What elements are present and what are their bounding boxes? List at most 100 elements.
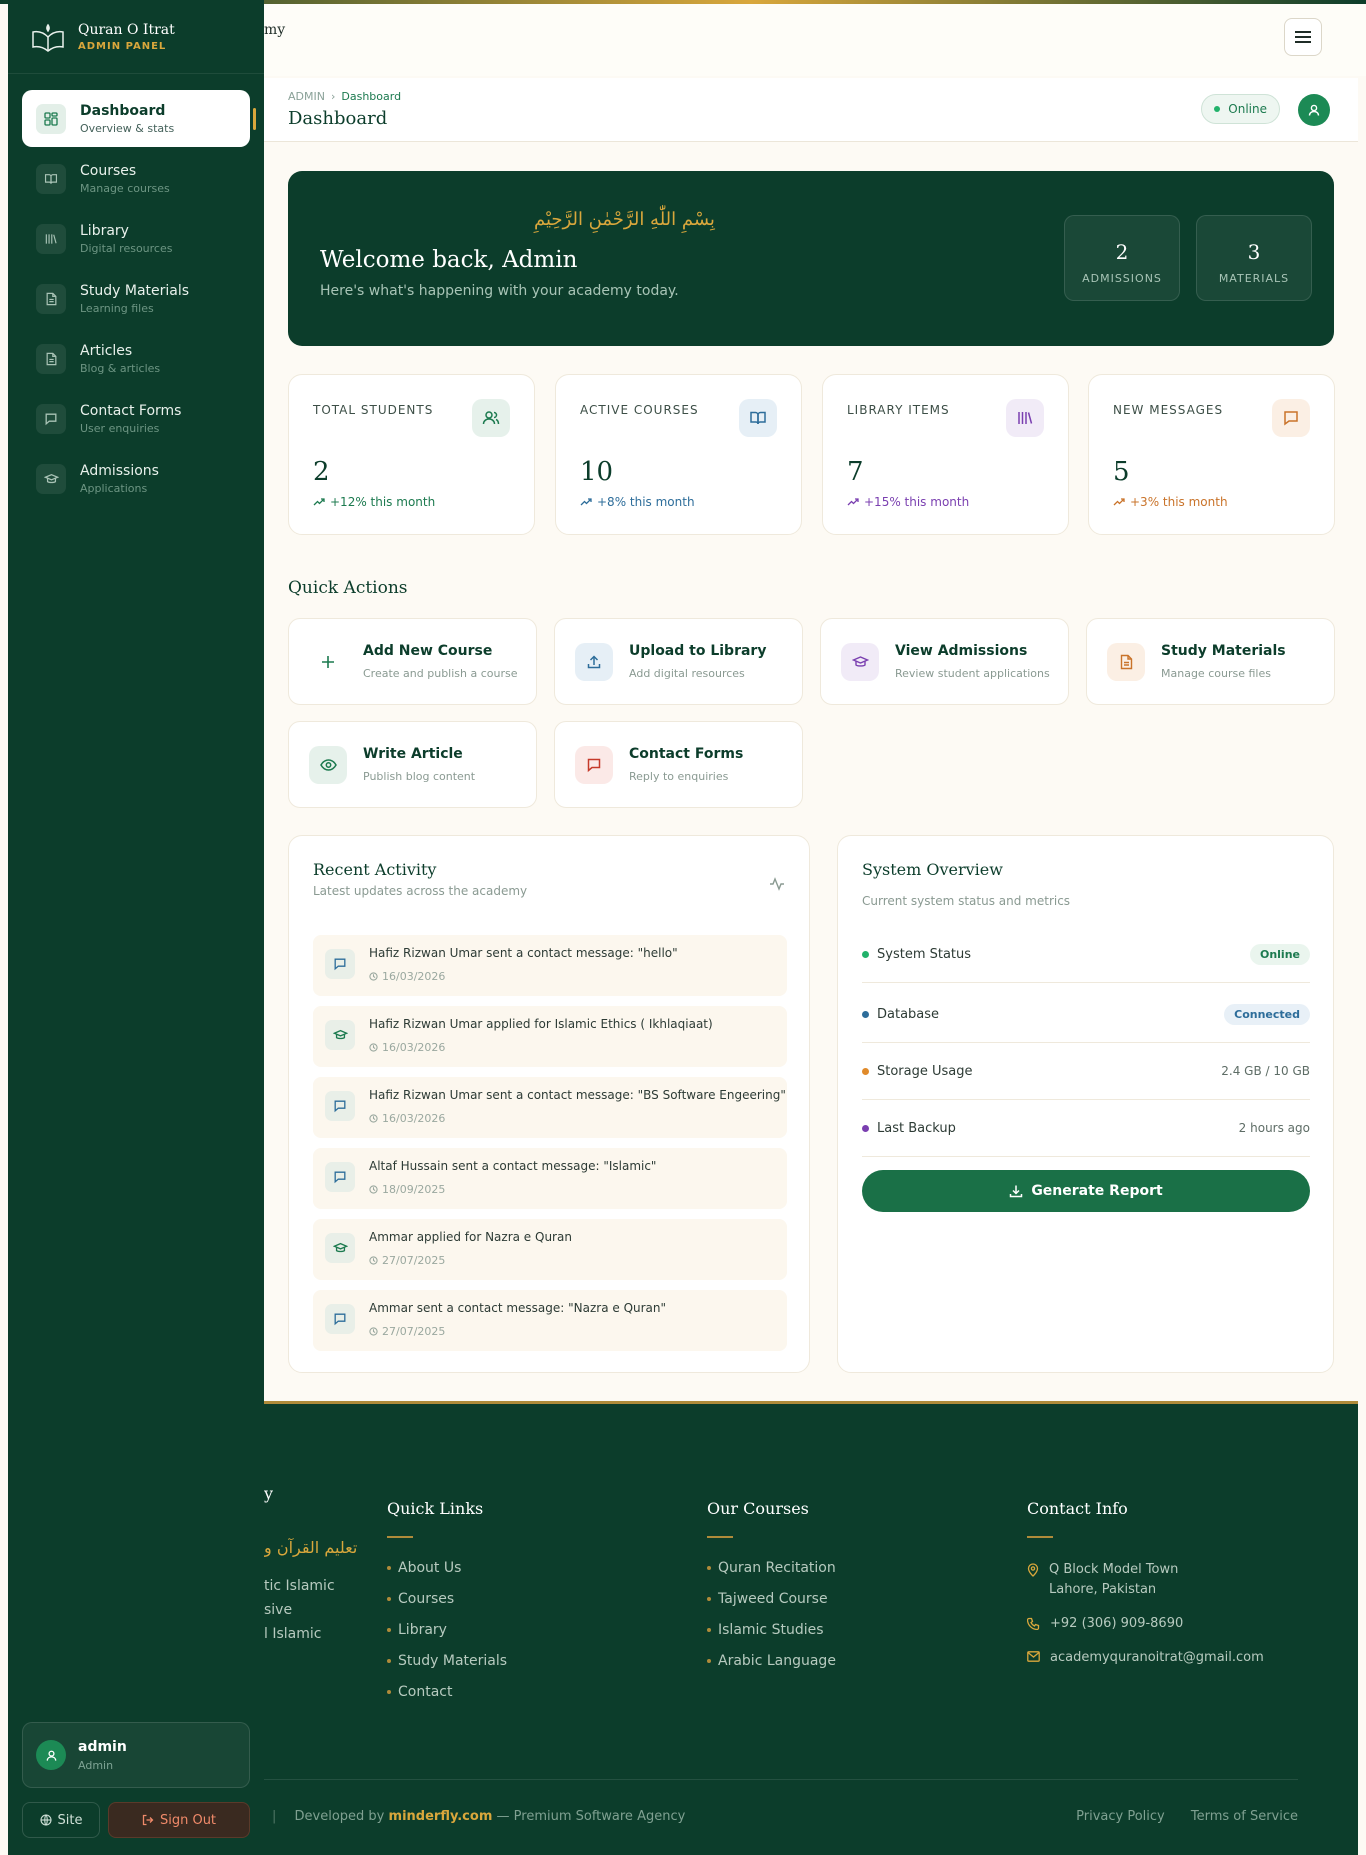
page-header: ADMIN › Dashboard Dashboard Online xyxy=(264,78,1358,142)
sidebar-item-sub: Overview & stats xyxy=(80,121,175,135)
status-dot xyxy=(862,1067,869,1075)
trend-up-icon xyxy=(847,498,859,506)
footer-link[interactable]: Study Materials xyxy=(387,1653,507,1669)
developer-link[interactable]: minderfly.com xyxy=(389,1809,493,1824)
privacy-policy-link[interactable]: Privacy Policy xyxy=(1076,1809,1165,1824)
system-row-label: Storage Usage xyxy=(877,1063,973,1079)
footer-credits: | Developed by minderfly.com — Premium S… xyxy=(272,1809,685,1824)
system-row-label: System Status xyxy=(877,946,972,962)
map-pin-icon xyxy=(1027,1563,1039,1577)
site-button-label: Site xyxy=(57,1812,83,1828)
user-name: admin xyxy=(78,1738,127,1755)
quick-action-title: View Admissions xyxy=(895,643,1028,659)
address-line: Lahore, Pakistan xyxy=(1049,1582,1157,1597)
footer-link[interactable]: Courses xyxy=(387,1591,507,1607)
stat-trend: +15% this month xyxy=(847,495,969,509)
graduation-cap-icon xyxy=(325,1020,355,1050)
credits-prefix: Developed by xyxy=(294,1809,385,1824)
footer-link[interactable]: Library xyxy=(387,1622,507,1638)
email-text: academyquranoitrat@gmail.com xyxy=(1050,1650,1264,1665)
sidebar-item-study-materials[interactable]: Study Materials Learning files xyxy=(22,270,250,327)
quick-action-view-admissions[interactable]: View Admissions Review student applicati… xyxy=(820,618,1069,705)
graduation-cap-icon xyxy=(841,643,879,681)
list-item[interactable]: Ammar sent a contact message: "Nazra e Q… xyxy=(313,1290,787,1351)
footer-column-title: Quick Links xyxy=(387,1499,484,1518)
message-icon xyxy=(36,403,66,434)
brand-subtitle: ADMIN PANEL xyxy=(78,40,167,52)
activity-date: 16/03/2026 xyxy=(369,1112,445,1125)
footer-link[interactable]: Islamic Studies xyxy=(707,1622,836,1638)
list-item[interactable]: Hafiz Rizwan Umar applied for Islamic Et… xyxy=(313,1006,787,1067)
list-item[interactable]: Hafiz Rizwan Umar sent a contact message… xyxy=(313,935,787,996)
brand[interactable]: Quran O Itrat ADMIN PANEL xyxy=(8,0,264,74)
recent-activity-panel: Recent Activity Latest updates across th… xyxy=(288,835,810,1373)
stat-value: 10 xyxy=(580,457,614,487)
avatar xyxy=(36,1740,66,1770)
terms-of-service-link[interactable]: Terms of Service xyxy=(1191,1809,1298,1824)
footer-link[interactable]: Contact xyxy=(387,1684,507,1700)
footer-brand-fragment: y xyxy=(264,1484,274,1503)
stat-trend-text: +3% this month xyxy=(1130,495,1228,509)
stat-label: TOTAL STUDENTS xyxy=(313,403,434,417)
footer-divider-accent xyxy=(387,1536,413,1538)
list-item[interactable]: Hafiz Rizwan Umar sent a contact message… xyxy=(313,1077,787,1138)
sidebar-item-articles[interactable]: Articles Blog & articles xyxy=(22,330,250,387)
footer-link[interactable]: Quran Recitation xyxy=(707,1560,836,1576)
list-item[interactable]: Altaf Hussain sent a contact message: "I… xyxy=(313,1148,787,1209)
quick-action-title: Contact Forms xyxy=(629,746,744,762)
status-badge: Online xyxy=(1249,943,1310,965)
quick-action-title: Add New Course xyxy=(363,643,493,659)
footer-quick-links: Quick Links About Us Courses Library Stu… xyxy=(387,1499,507,1715)
panel-title: System Overview xyxy=(862,860,1003,879)
sidebar-item-label: Study Materials xyxy=(80,282,190,299)
upload-icon xyxy=(575,643,613,681)
user-card[interactable]: admin Admin xyxy=(22,1722,250,1788)
system-overview-panel: System Overview Current system status an… xyxy=(837,835,1334,1373)
quick-action-study-materials[interactable]: Study Materials Manage course files xyxy=(1086,618,1335,705)
quick-action-add-course[interactable]: Add New Course Create and publish a cour… xyxy=(288,618,537,705)
avatar[interactable] xyxy=(1298,94,1330,126)
stat-card-library-items: LIBRARY ITEMS 7 +15% this month xyxy=(822,374,1069,535)
footer-link[interactable]: Arabic Language xyxy=(707,1653,836,1669)
breadcrumb: ADMIN › Dashboard xyxy=(288,90,401,103)
sign-out-button[interactable]: Sign Out xyxy=(108,1802,250,1838)
users-icon xyxy=(472,399,510,437)
quick-action-write-article[interactable]: Write Article Publish blog content xyxy=(288,721,537,808)
globe-icon xyxy=(39,1814,52,1826)
footer-link[interactable]: About Us xyxy=(387,1560,507,1576)
sidebar-item-contact-forms[interactable]: Contact Forms User enquiries xyxy=(22,390,250,447)
list-item[interactable]: Ammar applied for Nazra e Quran 27/07/20… xyxy=(313,1219,787,1280)
contact-phone[interactable]: +92 (306) 909-8690 xyxy=(1027,1614,1264,1634)
quick-action-sub: Publish blog content xyxy=(363,770,476,783)
breadcrumb-current: Dashboard xyxy=(341,90,402,103)
quick-action-contact-forms[interactable]: Contact Forms Reply to enquiries xyxy=(554,721,803,808)
book-icon xyxy=(739,399,777,437)
clock-icon xyxy=(369,1327,378,1336)
system-row-value: 2 hours ago xyxy=(1238,1121,1310,1135)
file-icon xyxy=(1107,643,1145,681)
footer-link[interactable]: Tajweed Course xyxy=(707,1591,836,1607)
breadcrumb-root[interactable]: ADMIN xyxy=(288,90,325,103)
library-icon xyxy=(36,223,66,254)
welcome-stat-materials: 3 MATERIALS xyxy=(1196,215,1312,301)
sidebar-item-dashboard[interactable]: Dashboard Overview & stats xyxy=(22,90,256,147)
stat-card-new-messages: NEW MESSAGES 5 +3% this month xyxy=(1088,374,1335,535)
contact-email[interactable]: academyquranoitrat@gmail.com xyxy=(1027,1648,1264,1668)
graduation-cap-icon xyxy=(36,463,66,494)
trend-up-icon xyxy=(313,498,325,506)
generate-report-button[interactable]: Generate Report xyxy=(862,1170,1310,1212)
sidebar-item-sub: Manage courses xyxy=(80,181,170,195)
quick-action-title: Study Materials xyxy=(1161,643,1286,659)
site-button[interactable]: Site xyxy=(22,1802,100,1838)
menu-toggle-button[interactable] xyxy=(1284,18,1322,56)
welcome-title: Welcome back, Admin xyxy=(320,247,578,273)
system-row-backup: Last Backup 2 hours ago xyxy=(862,1100,1310,1157)
sidebar-item-library[interactable]: Library Digital resources xyxy=(22,210,250,267)
quick-action-sub: Review student applications xyxy=(895,667,1050,680)
quick-action-upload-library[interactable]: Upload to Library Add digital resources xyxy=(554,618,803,705)
sidebar-item-admissions[interactable]: Admissions Applications xyxy=(22,450,250,507)
quick-actions-title: Quick Actions xyxy=(288,578,408,598)
sidebar-item-courses[interactable]: Courses Manage courses xyxy=(22,150,250,207)
system-row-value: 2.4 GB / 10 GB xyxy=(1221,1064,1310,1078)
status-label: Online xyxy=(1228,102,1267,116)
